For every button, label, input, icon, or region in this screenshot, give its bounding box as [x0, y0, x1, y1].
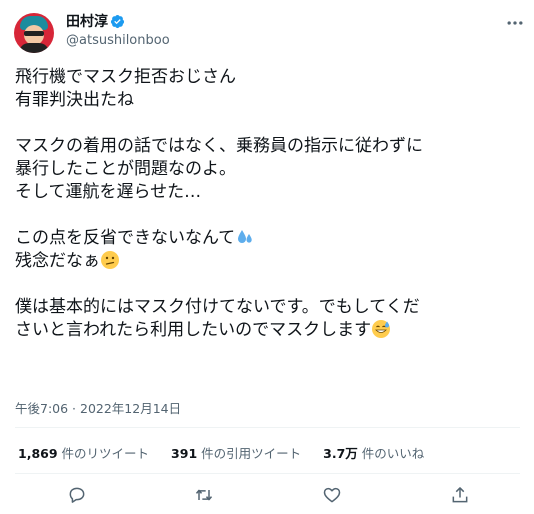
- tweet-text: 飛行機でマスク拒否おじさん 有罪判決出たね マスクの着用の話ではなく、乗務員の指…: [15, 66, 520, 342]
- quotes-count: 391: [171, 446, 198, 461]
- retweets-count: 1,869: [18, 446, 58, 461]
- like-icon[interactable]: [322, 485, 342, 505]
- divider: [15, 427, 520, 428]
- tweet-line-with-emoji: さいと言われたら利用したいのでマスクします: [15, 319, 520, 342]
- tweet-line: 僕は基本的にはマスク付けてないです。でもしてくだ: [15, 297, 420, 317]
- tweet-line: この点を反省できないなんて: [15, 228, 236, 248]
- confused-face-emoji: [101, 251, 119, 269]
- tweet-line: さいと言われたら利用したいのでマスクします: [15, 320, 372, 340]
- author-name[interactable]: 田村淳: [66, 13, 108, 31]
- verified-badge-icon: [110, 14, 125, 29]
- more-icon[interactable]: [505, 13, 525, 33]
- tweet-line: 残念だなぁ: [15, 251, 100, 271]
- avatar[interactable]: [14, 13, 54, 53]
- retweet-icon[interactable]: [194, 485, 214, 505]
- tweet-line: マスクの着用の話ではなく、乗務員の指示に従わずに: [15, 136, 423, 156]
- sweat-droplets-emoji: [238, 230, 252, 243]
- tweet-line-with-emoji: 残念だなぁ: [15, 250, 520, 273]
- tweet-line-with-emoji: この点を反省できないなんて: [15, 227, 520, 250]
- engagement-stats: 1,869 件のリツイート 391 件の引用ツイート 3.7万 件のいいね: [18, 443, 442, 462]
- tweet-line: 有罪判決出たね: [15, 90, 134, 110]
- action-bar: [0, 485, 534, 507]
- tweet-timestamp[interactable]: 午後7:06 · 2022年12月14日: [15, 398, 181, 417]
- grinning-sweat-face-emoji: [372, 320, 391, 338]
- likes-count: 3.7万: [323, 446, 358, 461]
- quotes-stat[interactable]: 391 件の引用ツイート: [171, 446, 301, 461]
- tweet-line: 飛行機でマスク拒否おじさん: [15, 67, 236, 87]
- divider: [15, 473, 520, 474]
- reply-icon[interactable]: [67, 485, 87, 505]
- share-icon[interactable]: [450, 485, 470, 505]
- likes-label: 件のいいね: [361, 446, 425, 461]
- author-handle[interactable]: @atsushilonboo: [66, 33, 170, 49]
- retweets-label: 件のリツイート: [61, 446, 150, 461]
- likes-stat[interactable]: 3.7万 件のいいね: [323, 446, 424, 461]
- retweets-stat[interactable]: 1,869 件のリツイート: [18, 446, 149, 461]
- tweet-line: 暴行したことが問題なのよ。: [15, 159, 236, 179]
- tweet-line: そして運航を遅らせた…: [15, 182, 202, 202]
- quotes-label: 件の引用ツイート: [201, 446, 302, 461]
